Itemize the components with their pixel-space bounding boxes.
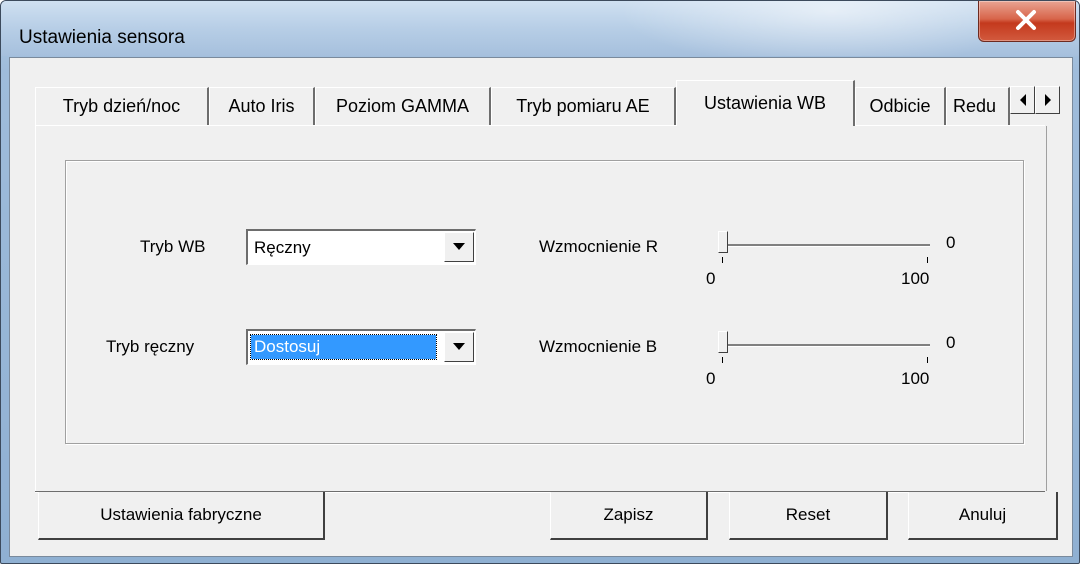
tab-label: Auto Iris [228,96,295,116]
reset-label: Reset [785,505,831,524]
wb-mode-value: Ręczny [254,238,311,257]
gain-b-slider[interactable]: 0 0 100 [706,331,958,391]
gain-b-value: 0 [946,333,956,352]
tab-noise-reduction[interactable]: Redu [946,87,1010,125]
tab-label: Tryb dzień/noc [62,96,181,116]
tab-ae-metering[interactable]: Tryb pomiaru AE [491,87,676,125]
wb-mode-select[interactable]: Ręczny [246,229,476,265]
gain-r-tick-min [722,257,723,263]
tab-wb-settings[interactable]: Ustawienia WB [676,80,855,126]
close-x-icon [1016,10,1036,30]
arrow-left-icon [1019,94,1026,106]
manual-mode-dropdown-button[interactable] [444,332,474,362]
gain-b-tick-min [722,357,723,363]
chevron-down-icon [453,343,465,350]
tab-label: Odbicie [869,96,931,116]
gain-b-min: 0 [706,369,716,388]
wb-mode-label: Tryb WB [140,237,206,256]
gain-r-min: 0 [706,269,716,288]
tab-label: Poziom GAMMA [335,96,470,116]
cancel-label: Anuluj [958,505,1007,524]
gain-r-slider[interactable]: 0 0 100 [706,231,958,291]
gain-b-thumb[interactable] [718,331,728,353]
gain-b-track [720,344,930,347]
save-button[interactable]: Zapisz [550,492,708,540]
factory-settings-button[interactable]: Ustawienia fabryczne [38,492,325,540]
chevron-down-icon [453,243,465,250]
tab-scroll-buttons [1010,86,1060,114]
wb-settings-group: Tryb WB Ręczny Tryb ręczny Dostosuj Wzmo… [65,160,1024,444]
wb-mode-dropdown-button[interactable] [444,232,474,262]
gain-b-max: 100 [901,369,930,388]
tab-gamma-level[interactable]: Poziom GAMMA [315,87,491,125]
tab-scroll-right-button[interactable] [1035,86,1060,114]
close-button[interactable] [978,1,1076,42]
manual-mode-value: Dostosuj [250,334,437,360]
arrow-right-icon [1044,94,1051,106]
gain-r-label: Wzmocnienie R [539,237,659,256]
tab-label: Ustawienia WB [703,93,827,113]
gain-r-thumb[interactable] [718,231,728,253]
title-bar[interactable]: Ustawienia sensora [1,1,1079,56]
window-title: Ustawienia sensora [19,27,185,48]
tab-mirror[interactable]: Odbicie [855,87,946,125]
dialog-client-area: Tryb dzień/noc Auto Iris Poziom GAMMA Tr… [9,57,1073,557]
tab-day-night[interactable]: Tryb dzień/noc [35,87,209,125]
gain-b-label: Wzmocnienie B [539,337,658,356]
factory-settings-label: Ustawienia fabryczne [100,505,262,524]
cancel-button[interactable]: Anuluj [908,492,1058,540]
gain-r-tick-max [927,257,928,263]
gain-r-track [720,244,930,247]
tab-scroll-left-button[interactable] [1010,86,1035,114]
gain-r-value: 0 [946,233,956,252]
gain-r-max: 100 [901,269,930,288]
reset-button[interactable]: Reset [729,492,888,540]
tab-label: Tryb pomiaru AE [516,96,650,116]
manual-mode-select[interactable]: Dostosuj [246,329,476,365]
dialog-window: Ustawienia sensora Tryb dzień/noc Auto I… [0,0,1080,564]
gain-b-tick-max [927,357,928,363]
manual-mode-label: Tryb ręczny [106,337,195,356]
tab-auto-iris[interactable]: Auto Iris [209,87,315,125]
save-label: Zapisz [603,505,654,524]
tab-label: Redu [953,96,997,116]
